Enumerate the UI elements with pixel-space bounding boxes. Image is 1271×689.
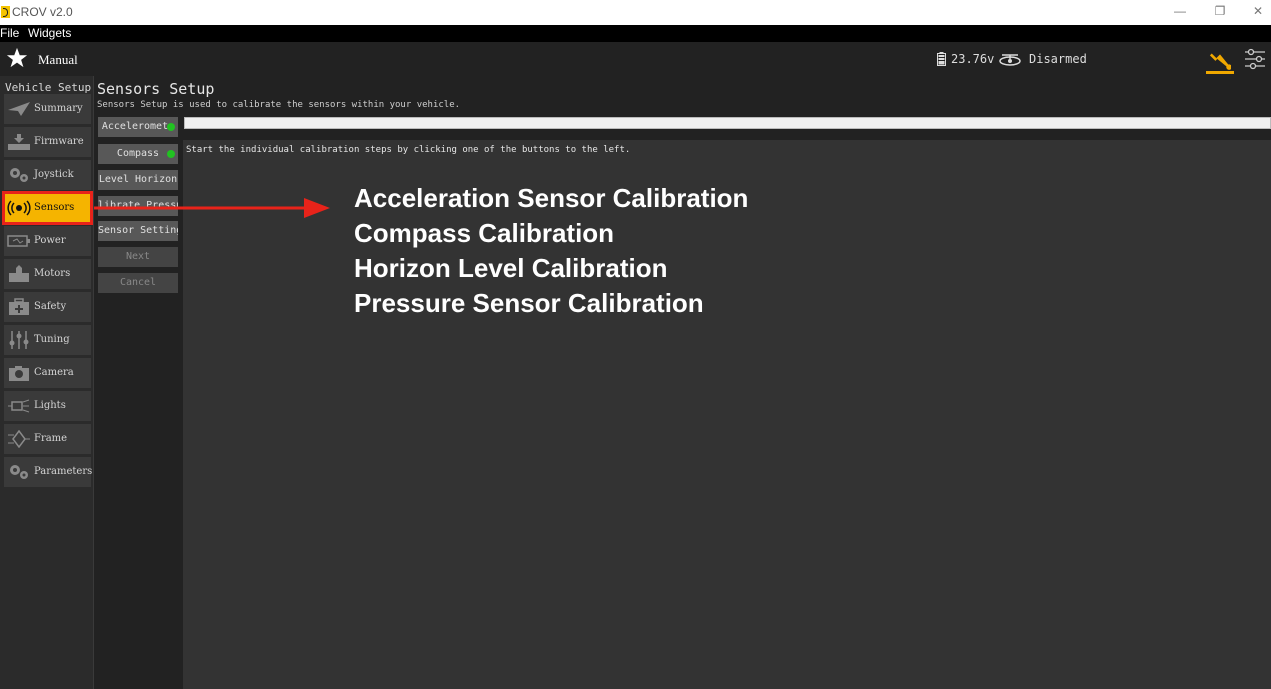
medkit-icon (9, 298, 29, 315)
battery-icon (937, 52, 946, 66)
plane-icon (8, 102, 30, 116)
sidebar-item-sensors[interactable]: Sensors (2, 191, 93, 225)
sensors-setup-panel: Sensors Setup Sensors Setup is used to c… (94, 76, 1271, 689)
sidebar-item-label: Tuning (34, 334, 70, 345)
button-label: Compass (116, 148, 160, 159)
calibrated-indicator (167, 150, 175, 158)
light-icon (8, 399, 30, 413)
window-titlebar: CROV v2.0 — ❐ ✕ (0, 0, 1271, 25)
page-description: Sensors Setup is used to calibrate the s… (97, 100, 461, 110)
compass-button[interactable]: Compass (98, 144, 178, 164)
sidebar-item-label: Motors (34, 268, 71, 279)
calibration-progress-bar (184, 117, 1271, 129)
button-label: Next (125, 251, 151, 262)
sidebar-item-summary[interactable]: Summary (4, 94, 91, 124)
close-button[interactable]: ✕ (1250, 4, 1266, 18)
annotation-arrow (94, 198, 330, 218)
camera-icon (9, 366, 29, 381)
sidebar-item-label: Parameters (34, 466, 93, 477)
sliders-icon (9, 331, 29, 349)
status-message: Start the individual calibration steps b… (186, 145, 631, 155)
gears-icon (10, 465, 28, 479)
motor-icon (9, 265, 29, 282)
window-title: CROV v2.0 (12, 5, 73, 19)
sidebar-item-label: Firmware (34, 136, 84, 147)
calibrated-indicator (167, 123, 175, 131)
active-tab-underline (1206, 71, 1234, 74)
sidebar-item-label: Lights (34, 400, 66, 411)
menu-widgets[interactable]: Widgets (28, 26, 71, 40)
button-label: Level Horizon (98, 174, 178, 185)
motors-arm-icon (999, 54, 1021, 66)
sidebar-item-label: Summary (34, 103, 83, 114)
gears-icon (10, 168, 28, 182)
button-label: Sensor Settings (98, 225, 178, 236)
wrench-icon[interactable] (1209, 48, 1231, 70)
page-title: Sensors Setup (97, 80, 215, 98)
minimize-button[interactable]: — (1172, 4, 1188, 18)
level-horizon-button[interactable]: Level Horizon (98, 170, 178, 190)
star-icon[interactable] (6, 47, 28, 69)
sidebar-item-camera[interactable]: Camera (4, 358, 91, 388)
sidebar-item-label: Camera (34, 367, 74, 378)
sidebar-item-label: Sensors (34, 202, 75, 213)
toolbar: Manual 23.76v Disarmed (0, 42, 1271, 76)
sidebar-item-power[interactable]: Power (4, 226, 91, 256)
next-button[interactable]: Next (98, 247, 178, 267)
annotation-line: Compass Calibration (354, 218, 615, 248)
annotation-line: Pressure Sensor Calibration (354, 288, 704, 318)
sidebar-item-safety[interactable]: Safety (4, 292, 91, 322)
annotation-line: Horizon Level Calibration (354, 253, 668, 283)
sidebar-item-joystick[interactable]: Joystick (4, 160, 91, 190)
sidebar-item-firmware[interactable]: Firmware (4, 127, 91, 157)
menu-file[interactable]: File (0, 26, 19, 40)
restore-button[interactable]: ❐ (1212, 4, 1228, 18)
radio-icon (7, 200, 31, 216)
button-label: Cancel (119, 277, 157, 288)
annotation-line: Acceleration Sensor Calibration (354, 183, 749, 213)
sidebar-item-motors[interactable]: Motors (4, 259, 91, 289)
accelerometer-button[interactable]: Acceleromete (98, 117, 178, 137)
frame-icon (8, 430, 30, 448)
annotation-text: Acceleration Sensor Calibration Compass … (354, 181, 748, 321)
battery-icon (7, 235, 30, 247)
sidebar-title: Vehicle Setup (5, 81, 92, 94)
button-label: Acceleromete (101, 121, 175, 132)
flight-mode-label[interactable]: Manual (38, 52, 78, 68)
arm-status: Disarmed (1029, 52, 1087, 66)
download-icon (8, 134, 30, 150)
cancel-button[interactable]: Cancel (98, 273, 178, 293)
app-logo-icon (1, 6, 10, 18)
vehicle-setup-sidebar: Vehicle Setup Summary Firmware Joystick … (0, 76, 94, 689)
sidebar-item-label: Power (34, 235, 66, 246)
sidebar-item-frame[interactable]: Frame (4, 424, 91, 454)
sensor-settings-button[interactable]: Sensor Settings (98, 221, 178, 241)
battery-voltage: 23.76v (951, 52, 995, 66)
menubar: File Widgets (0, 25, 1271, 42)
settings-sliders-icon[interactable] (1243, 48, 1267, 70)
sidebar-item-tuning[interactable]: Tuning (4, 325, 91, 355)
sidebar-item-parameters[interactable]: Parameters (4, 457, 93, 487)
sidebar-item-lights[interactable]: Lights (4, 391, 91, 421)
sidebar-item-label: Joystick (34, 169, 74, 180)
sidebar-item-label: Safety (34, 301, 67, 312)
sidebar-item-label: Frame (34, 433, 68, 444)
